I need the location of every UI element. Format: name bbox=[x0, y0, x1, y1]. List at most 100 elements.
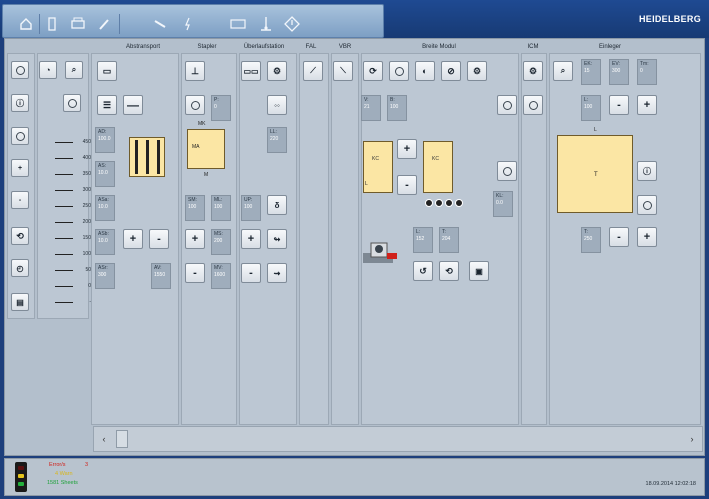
asa-field[interactable]: ASa: 10.0 bbox=[95, 195, 115, 221]
ll-field[interactable]: LL: 220 bbox=[267, 127, 287, 153]
circle-button-icm[interactable] bbox=[523, 95, 543, 115]
magnifier-icon[interactable]: ⌕ bbox=[65, 61, 83, 79]
refresh-icon[interactable]: ↺ bbox=[413, 261, 433, 281]
channel-icon[interactable]: ▭▭ bbox=[241, 61, 261, 81]
roll-in-icon[interactable]: ↬ bbox=[267, 229, 287, 249]
door-icon[interactable] bbox=[43, 15, 61, 33]
up-field[interactable]: UP: 100 bbox=[241, 195, 261, 221]
circle-button-1[interactable] bbox=[11, 127, 29, 145]
horizontal-scrollbar[interactable]: ‹ › bbox=[93, 426, 703, 452]
minus-button-abs[interactable]: - bbox=[149, 229, 169, 249]
scroll-right-icon[interactable]: › bbox=[684, 431, 700, 447]
roll-out-icon[interactable]: ⇝ bbox=[267, 263, 287, 283]
ad-field[interactable]: AD: 100.0 bbox=[95, 127, 115, 153]
plus-button-abs[interactable]: + bbox=[123, 229, 143, 249]
asr-field[interactable]: ASr: 300 bbox=[95, 263, 115, 289]
plus-button-bm[interactable]: + bbox=[397, 139, 417, 159]
flash-icon[interactable] bbox=[179, 15, 197, 33]
ek-field[interactable]: EK: 15 bbox=[581, 59, 601, 85]
kl-field[interactable]: KL: 0.0 bbox=[493, 191, 513, 217]
minus-line-button[interactable]: — bbox=[123, 95, 143, 115]
vbr-column bbox=[331, 53, 359, 425]
l-field-bm[interactable]: L: 152 bbox=[413, 227, 433, 253]
circle-button-bm3[interactable] bbox=[497, 161, 517, 181]
asb-field[interactable]: ASb: 10.0 bbox=[95, 229, 115, 255]
clock-icon[interactable]: ◴ bbox=[11, 259, 29, 277]
diamond-icon[interactable] bbox=[283, 15, 301, 33]
as-field[interactable]: AS: 10.0 bbox=[95, 161, 115, 187]
header-abstransport: Abstransport bbox=[125, 44, 161, 50]
settings-bm-icon[interactable]: ⚙ bbox=[467, 61, 487, 81]
header-breite: Breite Modul bbox=[422, 44, 456, 50]
card-icon[interactable] bbox=[229, 15, 247, 33]
rotate-icon[interactable]: ⟳ bbox=[363, 61, 383, 81]
plus-button-ein[interactable]: + bbox=[637, 95, 657, 115]
plus-button-ueb[interactable]: + bbox=[241, 229, 261, 249]
einleger-search-icon[interactable]: ⌕ bbox=[553, 61, 573, 81]
v-field[interactable]: V: 21 bbox=[361, 95, 381, 121]
sheet-align-icon[interactable]: ⊥ bbox=[185, 61, 205, 81]
gauge-icon[interactable]: ◔ bbox=[39, 61, 57, 79]
circle-button-bm2[interactable] bbox=[497, 95, 517, 115]
power-icon[interactable] bbox=[11, 61, 29, 79]
scale-tick: 300 bbox=[41, 187, 91, 195]
t-field-ein[interactable]: T: 250 bbox=[581, 227, 601, 253]
info-button-ein[interactable]: ⓘ bbox=[637, 161, 657, 181]
target-icon[interactable]: ◐ bbox=[415, 61, 435, 81]
fal-fold-icon[interactable]: ⟋ bbox=[303, 61, 323, 81]
stack-open-icon[interactable]: ☰ bbox=[97, 95, 117, 115]
ms-field[interactable]: MS: 200 bbox=[211, 229, 231, 255]
plus-button-ein2[interactable]: + bbox=[637, 227, 657, 247]
slash-circle-icon[interactable]: ⊘ bbox=[441, 61, 461, 81]
sm-field[interactable]: SM: 100 bbox=[185, 195, 205, 221]
reset-icon[interactable]: ⟲ bbox=[11, 227, 29, 245]
plus-button-sta[interactable]: + bbox=[185, 229, 205, 249]
circle-button-bm1[interactable] bbox=[389, 61, 409, 81]
left-control-column bbox=[7, 53, 35, 319]
mv-field[interactable]: MV: 1600 bbox=[211, 263, 231, 289]
ml-field[interactable]: ML: 100 bbox=[211, 195, 231, 221]
info-icon[interactable]: ⓘ bbox=[11, 94, 29, 112]
header-ueberstation: Überlaufstation bbox=[243, 44, 285, 50]
home-icon[interactable] bbox=[17, 15, 35, 33]
printer-icon[interactable] bbox=[69, 15, 87, 33]
icm-gear-icon[interactable]: ⚙ bbox=[523, 61, 543, 81]
scale-tick: 400 bbox=[41, 155, 91, 163]
minus-button-ein2[interactable]: - bbox=[609, 227, 629, 247]
stand-icon[interactable] bbox=[257, 15, 275, 33]
minus-button-bm[interactable]: - bbox=[397, 175, 417, 195]
av-field[interactable]: AV: 1550 bbox=[151, 263, 171, 289]
scale-tick-label: 350 bbox=[82, 171, 91, 177]
scale-tick-label: 450 bbox=[82, 139, 91, 145]
tm-field[interactable]: Tm: 0 bbox=[637, 59, 657, 85]
circle-button-ein[interactable] bbox=[637, 195, 657, 215]
fal-column bbox=[299, 53, 329, 425]
stack-icon[interactable]: ▭ bbox=[97, 61, 117, 81]
circle-button-2[interactable] bbox=[63, 94, 81, 112]
scroll-left-icon[interactable]: ‹ bbox=[96, 431, 112, 447]
pressure-icon[interactable]: δ bbox=[267, 195, 287, 215]
l-field-ein[interactable]: L: 100 bbox=[581, 95, 601, 121]
robot-icon bbox=[361, 235, 405, 269]
save-icon[interactable]: ▣ bbox=[469, 261, 489, 281]
down-button[interactable]: - bbox=[11, 191, 29, 209]
p-field[interactable]: P: 0 bbox=[211, 95, 231, 121]
scale-tick-label: 300 bbox=[82, 187, 91, 193]
t-field-bm[interactable]: T: 204 bbox=[439, 227, 459, 253]
up-button[interactable]: + bbox=[11, 159, 29, 177]
vbr-fold-icon[interactable]: ⟍ bbox=[333, 61, 353, 81]
bm-length-label: L bbox=[365, 181, 368, 187]
minus-button-sta[interactable]: - bbox=[185, 263, 205, 283]
wrench-icon[interactable] bbox=[151, 15, 169, 33]
roller-icon[interactable]: ◦◦ bbox=[267, 95, 287, 115]
circle-button-sta[interactable] bbox=[185, 95, 205, 115]
minus-button-ein[interactable]: - bbox=[609, 95, 629, 115]
brush-icon[interactable] bbox=[95, 15, 113, 33]
gear-icon[interactable]: ⚙ bbox=[267, 61, 287, 81]
minus-button-ueb[interactable]: - bbox=[241, 263, 261, 283]
scroll-thumb[interactable] bbox=[116, 430, 128, 448]
b-field[interactable]: B: 100 bbox=[387, 95, 407, 121]
feed-icon[interactable]: ▤ bbox=[11, 293, 29, 311]
ev-field[interactable]: EV: 300 bbox=[609, 59, 629, 85]
cycle-icon[interactable]: ⟲ bbox=[439, 261, 459, 281]
